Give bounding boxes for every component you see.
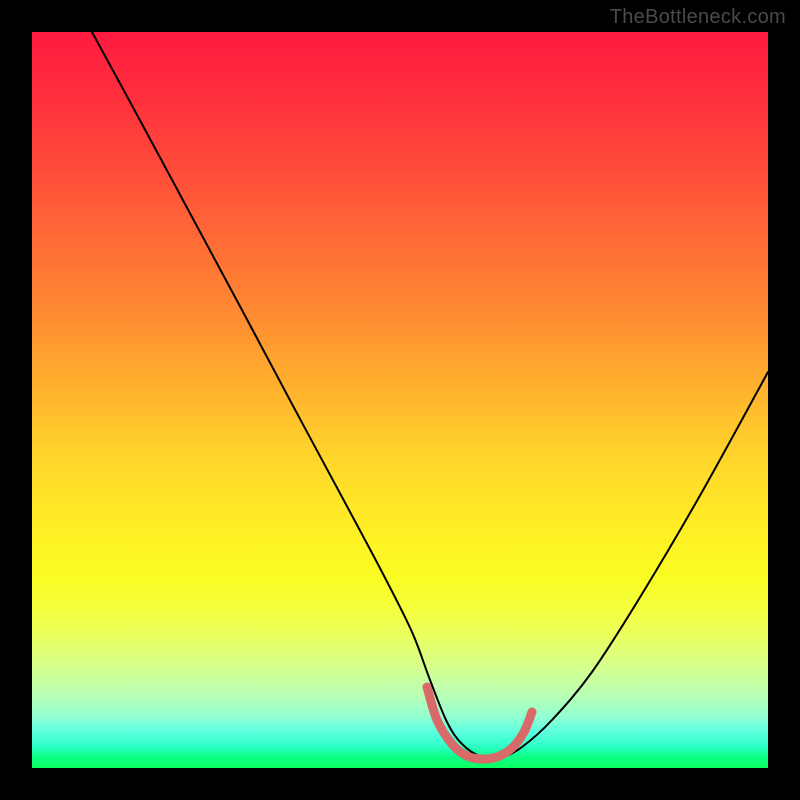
watermark-text: TheBottleneck.com xyxy=(610,6,786,29)
curve-layer xyxy=(32,32,768,768)
bottleneck-curve xyxy=(92,32,768,758)
chart-frame: TheBottleneck.com xyxy=(0,0,800,800)
valley-floor-highlight xyxy=(427,687,532,759)
plot-area xyxy=(32,32,768,768)
